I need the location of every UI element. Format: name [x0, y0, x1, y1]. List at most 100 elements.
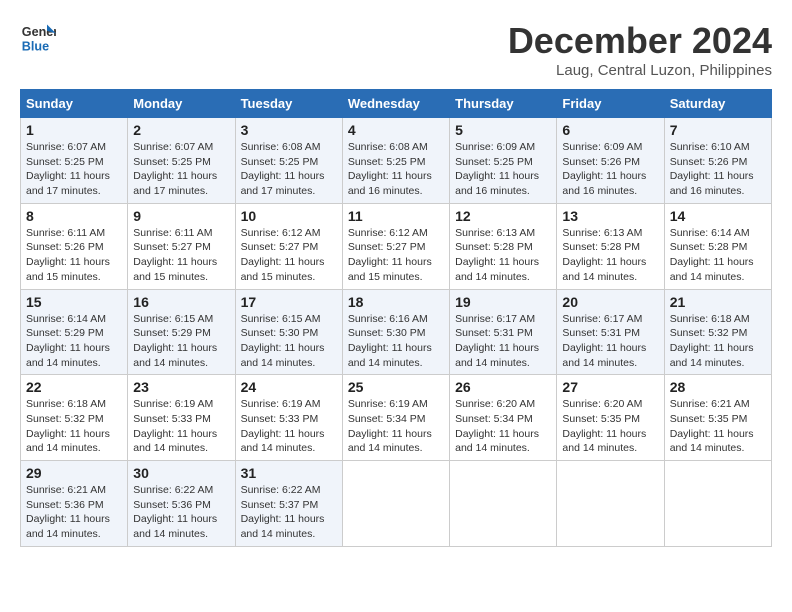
- calendar-cell: 17 Sunrise: 6:15 AMSunset: 5:30 PMDaylig…: [235, 289, 342, 375]
- location: Laug, Central Luzon, Philippines: [508, 62, 772, 79]
- calendar-week-2: 8 Sunrise: 6:11 AMSunset: 5:26 PMDayligh…: [21, 203, 772, 289]
- calendar-cell: 29 Sunrise: 6:21 AMSunset: 5:36 PMDaylig…: [21, 461, 128, 547]
- day-detail: Sunrise: 6:13 AMSunset: 5:28 PMDaylight:…: [562, 227, 646, 283]
- calendar-cell: 15 Sunrise: 6:14 AMSunset: 5:29 PMDaylig…: [21, 289, 128, 375]
- logo: General Blue: [20, 20, 56, 56]
- day-number: 24: [241, 379, 337, 395]
- calendar-cell: 6 Sunrise: 6:09 AMSunset: 5:26 PMDayligh…: [557, 118, 664, 204]
- day-detail: Sunrise: 6:12 AMSunset: 5:27 PMDaylight:…: [241, 227, 325, 283]
- day-number: 14: [670, 208, 766, 224]
- day-number: 31: [241, 465, 337, 481]
- weekday-header-saturday: Saturday: [664, 90, 771, 118]
- day-number: 18: [348, 294, 444, 310]
- calendar-week-4: 22 Sunrise: 6:18 AMSunset: 5:32 PMDaylig…: [21, 375, 772, 461]
- calendar-week-3: 15 Sunrise: 6:14 AMSunset: 5:29 PMDaylig…: [21, 289, 772, 375]
- day-detail: Sunrise: 6:09 AMSunset: 5:26 PMDaylight:…: [562, 141, 646, 197]
- calendar-cell: 3 Sunrise: 6:08 AMSunset: 5:25 PMDayligh…: [235, 118, 342, 204]
- calendar-cell: [664, 461, 771, 547]
- day-detail: Sunrise: 6:08 AMSunset: 5:25 PMDaylight:…: [348, 141, 432, 197]
- calendar-cell: 18 Sunrise: 6:16 AMSunset: 5:30 PMDaylig…: [342, 289, 449, 375]
- logo-icon: General Blue: [20, 20, 56, 56]
- calendar-cell: 12 Sunrise: 6:13 AMSunset: 5:28 PMDaylig…: [450, 203, 557, 289]
- day-detail: Sunrise: 6:21 AMSunset: 5:36 PMDaylight:…: [26, 484, 110, 540]
- day-detail: Sunrise: 6:14 AMSunset: 5:28 PMDaylight:…: [670, 227, 754, 283]
- calendar-cell: 9 Sunrise: 6:11 AMSunset: 5:27 PMDayligh…: [128, 203, 235, 289]
- calendar-cell: 4 Sunrise: 6:08 AMSunset: 5:25 PMDayligh…: [342, 118, 449, 204]
- day-detail: Sunrise: 6:13 AMSunset: 5:28 PMDaylight:…: [455, 227, 539, 283]
- day-number: 16: [133, 294, 229, 310]
- day-detail: Sunrise: 6:07 AMSunset: 5:25 PMDaylight:…: [133, 141, 217, 197]
- day-detail: Sunrise: 6:17 AMSunset: 5:31 PMDaylight:…: [562, 313, 646, 369]
- day-detail: Sunrise: 6:21 AMSunset: 5:35 PMDaylight:…: [670, 398, 754, 454]
- day-detail: Sunrise: 6:20 AMSunset: 5:34 PMDaylight:…: [455, 398, 539, 454]
- weekday-header-sunday: Sunday: [21, 90, 128, 118]
- weekday-header-friday: Friday: [557, 90, 664, 118]
- calendar-cell: 11 Sunrise: 6:12 AMSunset: 5:27 PMDaylig…: [342, 203, 449, 289]
- day-detail: Sunrise: 6:14 AMSunset: 5:29 PMDaylight:…: [26, 313, 110, 369]
- day-detail: Sunrise: 6:19 AMSunset: 5:34 PMDaylight:…: [348, 398, 432, 454]
- page-header: General Blue December 2024 Laug, Central…: [20, 20, 772, 79]
- day-number: 26: [455, 379, 551, 395]
- day-number: 20: [562, 294, 658, 310]
- day-number: 9: [133, 208, 229, 224]
- day-detail: Sunrise: 6:19 AMSunset: 5:33 PMDaylight:…: [133, 398, 217, 454]
- day-number: 22: [26, 379, 122, 395]
- calendar-table: SundayMondayTuesdayWednesdayThursdayFrid…: [20, 89, 772, 547]
- day-number: 12: [455, 208, 551, 224]
- calendar-cell: 27 Sunrise: 6:20 AMSunset: 5:35 PMDaylig…: [557, 375, 664, 461]
- calendar-cell: 2 Sunrise: 6:07 AMSunset: 5:25 PMDayligh…: [128, 118, 235, 204]
- day-number: 23: [133, 379, 229, 395]
- day-number: 30: [133, 465, 229, 481]
- calendar-cell: 7 Sunrise: 6:10 AMSunset: 5:26 PMDayligh…: [664, 118, 771, 204]
- day-number: 17: [241, 294, 337, 310]
- calendar-cell: 26 Sunrise: 6:20 AMSunset: 5:34 PMDaylig…: [450, 375, 557, 461]
- day-number: 11: [348, 208, 444, 224]
- calendar-body: 1 Sunrise: 6:07 AMSunset: 5:25 PMDayligh…: [21, 118, 772, 547]
- calendar-cell: 1 Sunrise: 6:07 AMSunset: 5:25 PMDayligh…: [21, 118, 128, 204]
- calendar-week-5: 29 Sunrise: 6:21 AMSunset: 5:36 PMDaylig…: [21, 461, 772, 547]
- day-detail: Sunrise: 6:11 AMSunset: 5:27 PMDaylight:…: [133, 227, 217, 283]
- day-number: 28: [670, 379, 766, 395]
- day-number: 3: [241, 122, 337, 138]
- weekday-header-tuesday: Tuesday: [235, 90, 342, 118]
- day-detail: Sunrise: 6:22 AMSunset: 5:36 PMDaylight:…: [133, 484, 217, 540]
- day-detail: Sunrise: 6:20 AMSunset: 5:35 PMDaylight:…: [562, 398, 646, 454]
- day-number: 15: [26, 294, 122, 310]
- day-detail: Sunrise: 6:19 AMSunset: 5:33 PMDaylight:…: [241, 398, 325, 454]
- calendar-cell: 19 Sunrise: 6:17 AMSunset: 5:31 PMDaylig…: [450, 289, 557, 375]
- day-number: 6: [562, 122, 658, 138]
- calendar-cell: [450, 461, 557, 547]
- svg-text:General: General: [22, 25, 56, 39]
- calendar-cell: 24 Sunrise: 6:19 AMSunset: 5:33 PMDaylig…: [235, 375, 342, 461]
- day-number: 2: [133, 122, 229, 138]
- calendar-cell: 25 Sunrise: 6:19 AMSunset: 5:34 PMDaylig…: [342, 375, 449, 461]
- calendar-cell: [342, 461, 449, 547]
- day-number: 27: [562, 379, 658, 395]
- calendar-cell: [557, 461, 664, 547]
- day-detail: Sunrise: 6:09 AMSunset: 5:25 PMDaylight:…: [455, 141, 539, 197]
- day-detail: Sunrise: 6:15 AMSunset: 5:29 PMDaylight:…: [133, 313, 217, 369]
- day-detail: Sunrise: 6:17 AMSunset: 5:31 PMDaylight:…: [455, 313, 539, 369]
- day-detail: Sunrise: 6:18 AMSunset: 5:32 PMDaylight:…: [26, 398, 110, 454]
- day-number: 25: [348, 379, 444, 395]
- calendar-cell: 22 Sunrise: 6:18 AMSunset: 5:32 PMDaylig…: [21, 375, 128, 461]
- day-detail: Sunrise: 6:08 AMSunset: 5:25 PMDaylight:…: [241, 141, 325, 197]
- day-number: 7: [670, 122, 766, 138]
- weekday-header-thursday: Thursday: [450, 90, 557, 118]
- calendar-cell: 13 Sunrise: 6:13 AMSunset: 5:28 PMDaylig…: [557, 203, 664, 289]
- day-detail: Sunrise: 6:10 AMSunset: 5:26 PMDaylight:…: [670, 141, 754, 197]
- day-number: 19: [455, 294, 551, 310]
- day-number: 5: [455, 122, 551, 138]
- day-number: 10: [241, 208, 337, 224]
- weekday-header-monday: Monday: [128, 90, 235, 118]
- day-number: 1: [26, 122, 122, 138]
- day-number: 29: [26, 465, 122, 481]
- calendar-week-1: 1 Sunrise: 6:07 AMSunset: 5:25 PMDayligh…: [21, 118, 772, 204]
- day-number: 21: [670, 294, 766, 310]
- day-number: 4: [348, 122, 444, 138]
- calendar-cell: 28 Sunrise: 6:21 AMSunset: 5:35 PMDaylig…: [664, 375, 771, 461]
- calendar-cell: 23 Sunrise: 6:19 AMSunset: 5:33 PMDaylig…: [128, 375, 235, 461]
- calendar-cell: 8 Sunrise: 6:11 AMSunset: 5:26 PMDayligh…: [21, 203, 128, 289]
- weekday-header-row: SundayMondayTuesdayWednesdayThursdayFrid…: [21, 90, 772, 118]
- day-detail: Sunrise: 6:07 AMSunset: 5:25 PMDaylight:…: [26, 141, 110, 197]
